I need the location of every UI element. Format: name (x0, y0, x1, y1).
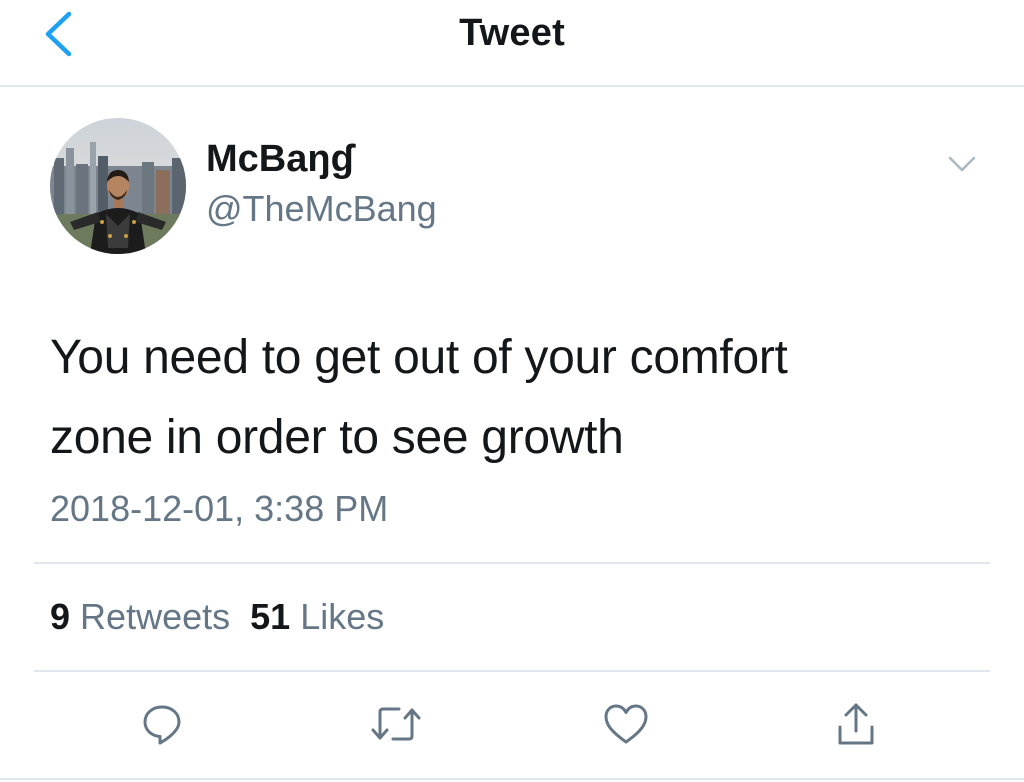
retweet-icon (370, 704, 422, 749)
display-name[interactable]: McBaŋɠ (206, 138, 354, 181)
reply-icon (140, 702, 184, 751)
avatar[interactable] (50, 118, 186, 254)
user-handle[interactable]: @TheMcBang (206, 188, 437, 230)
like-label: Likes (300, 596, 385, 637)
more-options-button[interactable] (940, 148, 984, 184)
tweet-timestamp: 2018-12-01, 3:38 PM (50, 488, 389, 529)
reply-button[interactable] (134, 700, 190, 752)
like-button[interactable] (598, 700, 654, 752)
retweet-button[interactable] (368, 700, 424, 752)
like-count: 51 (250, 596, 291, 637)
tweet-text-line: zone in order to see growth (50, 411, 624, 464)
tweet-detail-screen: Tweet McBaŋɠ @TheMcBang You need to get … (0, 0, 1024, 782)
tweet-text-line: You need to get out of your comfort (50, 331, 788, 384)
tweet-stats: 9 Retweets 51 Likes (50, 596, 384, 638)
retweet-label: Retweets (80, 596, 231, 637)
heart-icon (602, 702, 650, 751)
divider (0, 778, 1024, 780)
divider (34, 562, 990, 564)
share-button[interactable] (828, 700, 884, 752)
tweet-text: You need to get out of your comfort zone… (50, 318, 970, 478)
chevron-down-icon (947, 155, 977, 178)
likes-stat[interactable]: 51 Likes (250, 596, 384, 637)
nav-header: Tweet (0, 0, 1024, 87)
retweet-count: 9 (50, 596, 71, 637)
divider (34, 670, 990, 672)
retweets-stat[interactable]: 9 Retweets (50, 596, 230, 637)
share-icon (834, 701, 878, 752)
page-title: Tweet (459, 12, 565, 54)
